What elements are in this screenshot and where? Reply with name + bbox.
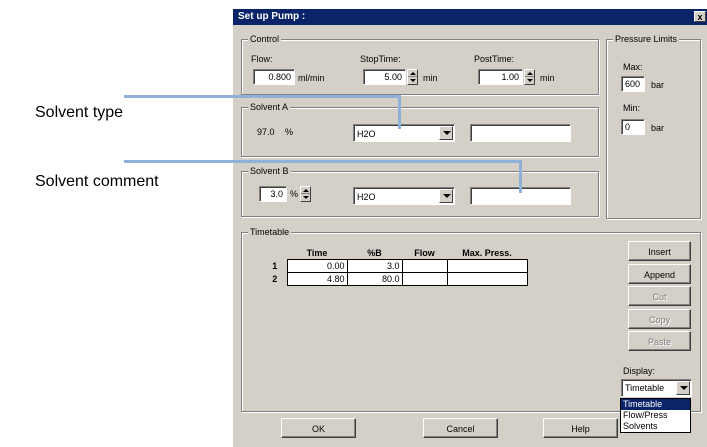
setup-pump-dialog: Set up Pump : x Control Flow: 0.800 ml/m… bbox=[232, 8, 707, 447]
solvent-a-type-dropdown[interactable]: H2O bbox=[353, 124, 455, 142]
max-pressure-unit: bar bbox=[651, 80, 665, 90]
stoptime-field[interactable]: 5.00 bbox=[363, 69, 406, 85]
flow-label: Flow: bbox=[251, 54, 273, 64]
column-header: Max. Press. bbox=[462, 247, 512, 258]
column-header: %B bbox=[367, 247, 382, 258]
spin-down-icon[interactable] bbox=[527, 79, 533, 82]
flow-unit: ml/min bbox=[298, 73, 325, 83]
spin-up-icon[interactable] bbox=[410, 72, 416, 75]
control-group: Control bbox=[241, 34, 599, 95]
copy-button[interactable]: Copy bbox=[628, 309, 691, 329]
solvent-comment-leader-vertical bbox=[519, 160, 522, 193]
dropdown-option-flow-press[interactable]: Flow/Press bbox=[621, 410, 690, 421]
display-value: Timetable bbox=[625, 383, 665, 393]
solvent-type-leader-horizontal bbox=[124, 95, 400, 98]
time-cell[interactable]: 4.80 bbox=[286, 271, 348, 286]
timetable-label: Timetable bbox=[248, 227, 292, 237]
display-dropdown-list: Timetable Flow/Press Solvents bbox=[620, 398, 691, 433]
row-number: 1 bbox=[272, 260, 278, 271]
max-press-cell[interactable] bbox=[446, 271, 528, 286]
spin-down-icon[interactable] bbox=[410, 79, 416, 82]
chevron-down-icon[interactable] bbox=[439, 189, 453, 203]
close-icon[interactable]: x bbox=[694, 11, 706, 22]
max-press-cell[interactable] bbox=[446, 258, 528, 273]
solvent-b-label: Solvent B bbox=[248, 166, 291, 176]
dropdown-option-timetable[interactable]: Timetable bbox=[621, 399, 690, 410]
min-pressure-label: Min: bbox=[623, 103, 641, 113]
posttime-spinner[interactable] bbox=[524, 69, 535, 85]
posttime-unit: min bbox=[540, 73, 555, 83]
solvent-a-percent: 97.0 bbox=[257, 127, 275, 137]
solvent-b-type-dropdown[interactable]: H2O bbox=[353, 187, 455, 205]
display-label: Display: bbox=[623, 366, 656, 376]
solvent-b-type-value: H2O bbox=[357, 192, 376, 202]
dialog-titlebar: Set up Pump : x bbox=[233, 9, 707, 25]
stoptime-unit: min bbox=[423, 73, 438, 83]
dialog-title: Set up Pump : bbox=[238, 11, 306, 22]
min-pressure-unit: bar bbox=[651, 123, 665, 133]
solvent-a-type-value: H2O bbox=[357, 129, 376, 139]
cut-button[interactable]: Cut bbox=[628, 286, 691, 306]
max-pressure-label: Max: bbox=[623, 62, 643, 72]
spin-up-icon[interactable] bbox=[303, 189, 309, 192]
display-dropdown[interactable]: Timetable bbox=[621, 379, 692, 397]
flow-cell[interactable] bbox=[401, 271, 448, 286]
solvent-a-label: Solvent A bbox=[248, 102, 291, 112]
solvent-a-percent-unit: % bbox=[285, 127, 294, 137]
posttime-label: PostTime: bbox=[474, 54, 515, 64]
chevron-down-icon[interactable] bbox=[439, 126, 453, 140]
solvent-a-comment-field[interactable] bbox=[470, 124, 571, 142]
solvent-type-leader-vertical bbox=[398, 95, 401, 129]
time-cell[interactable]: 0.00 bbox=[286, 258, 348, 273]
posttime-field[interactable]: 1.00 bbox=[478, 69, 523, 85]
max-pressure-field[interactable]: 600 bbox=[621, 76, 645, 92]
percent-b-cell[interactable]: 80.0 bbox=[346, 271, 403, 286]
percent-b-cell[interactable]: 3.0 bbox=[346, 258, 403, 273]
spin-down-icon[interactable] bbox=[303, 196, 309, 199]
solvent-b-spinner[interactable] bbox=[300, 186, 311, 202]
insert-button[interactable]: Insert bbox=[628, 241, 691, 261]
ok-button[interactable]: OK bbox=[281, 418, 356, 438]
row-number: 2 bbox=[272, 273, 278, 284]
min-pressure-field[interactable]: 0 bbox=[621, 119, 645, 135]
stoptime-spinner[interactable] bbox=[407, 69, 418, 85]
flow-field[interactable]: 0.800 bbox=[253, 69, 295, 85]
callout-solvent-type: Solvent type bbox=[35, 104, 124, 121]
paste-button[interactable]: Paste bbox=[628, 331, 691, 351]
dropdown-option-solvents[interactable]: Solvents bbox=[621, 421, 690, 432]
solvent-b-percent-unit: % bbox=[290, 189, 299, 199]
solvent-b-percent-field[interactable]: 3.0 bbox=[259, 186, 287, 202]
spin-up-icon[interactable] bbox=[527, 72, 533, 75]
pressure-limits-label: Pressure Limits bbox=[613, 34, 680, 44]
chevron-down-icon[interactable] bbox=[676, 381, 690, 395]
stoptime-label: StopTime: bbox=[360, 54, 401, 64]
callout-solvent-comment: Solvent comment bbox=[35, 173, 159, 190]
cancel-button[interactable]: Cancel bbox=[423, 418, 498, 438]
table-row[interactable]: 2 4.80 80.0 bbox=[263, 271, 528, 286]
solvent-comment-leader-horizontal bbox=[124, 160, 522, 163]
help-button[interactable]: Help bbox=[543, 418, 618, 438]
column-header: Time bbox=[306, 247, 328, 258]
timetable-table: Time %B Flow Max. Press. 1 0.00 3.0 2 4.… bbox=[263, 247, 528, 286]
timetable-corner bbox=[263, 247, 287, 259]
column-header: Flow bbox=[414, 247, 435, 258]
control-group-label: Control bbox=[248, 34, 282, 44]
append-button[interactable]: Append bbox=[628, 264, 691, 284]
flow-cell[interactable] bbox=[401, 258, 448, 273]
table-row[interactable]: 1 0.00 3.0 bbox=[263, 258, 528, 273]
